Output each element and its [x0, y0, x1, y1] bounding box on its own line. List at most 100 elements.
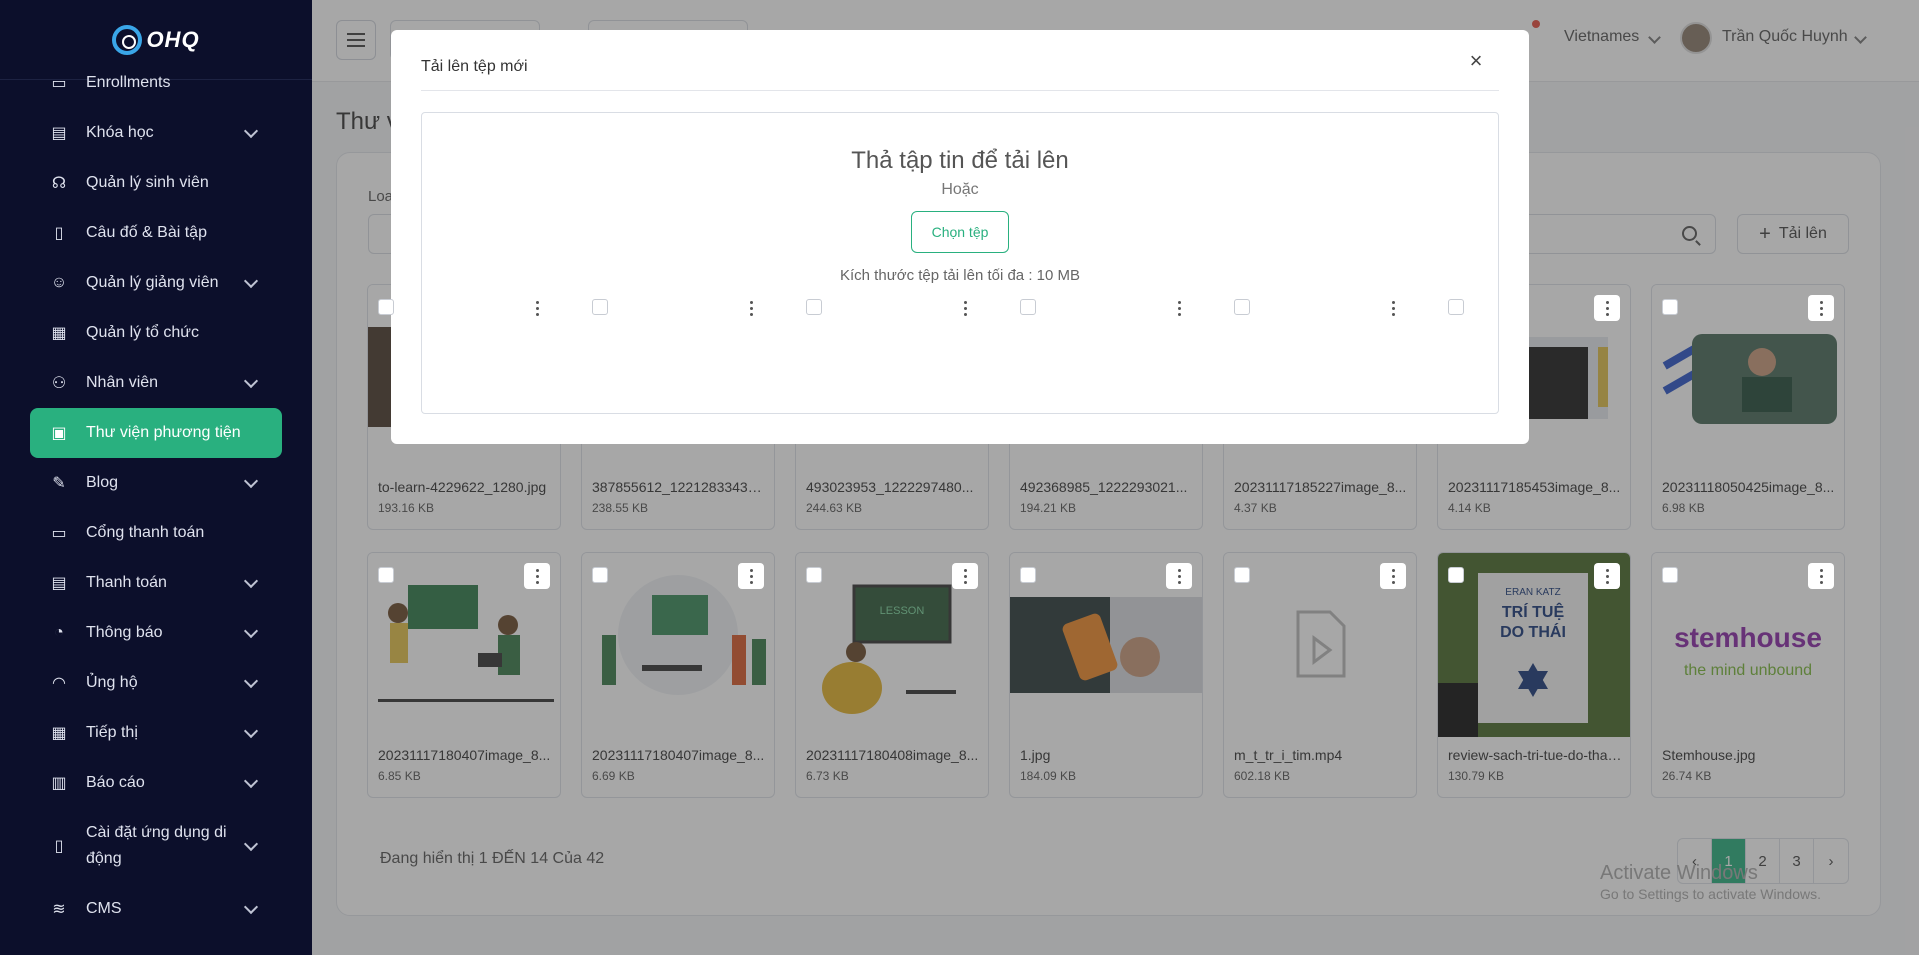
sidebar-item-9[interactable]: ▭ Cổng thanh toán [0, 508, 312, 558]
sidebar-item-0[interactable]: ▭ Enrollments [0, 58, 312, 108]
sidebar-nav: ▭ Enrollments ▤ Khóa học ☊ Quản lý sinh viên ▯… [0, 58, 312, 934]
logo-icon [112, 24, 143, 55]
file-icon: ▯ [54, 225, 64, 242]
sidebar-item-label: Quản lý tổ chức [86, 324, 199, 341]
sidebar-item-8[interactable]: ✎ Blog [0, 458, 312, 508]
close-icon[interactable]: × [1463, 48, 1489, 74]
sidebar-item-label: Blog [86, 474, 119, 491]
more-options-icon[interactable] [952, 563, 978, 589]
sidebar-item-12[interactable]: ◠ Ủng hộ [0, 658, 312, 708]
sidebar-item-14[interactable]: ▥ Báo cáo [0, 758, 312, 808]
sidebar-item-label: Cổng thanh toán [86, 524, 205, 541]
select-checkbox[interactable] [806, 299, 822, 315]
chevron-down-icon [243, 473, 259, 489]
sidebar-item-label: Quản lý giảng viên [86, 274, 219, 291]
layers-icon: ≋ [52, 901, 66, 918]
choose-file-button[interactable]: Chọn tệp [911, 211, 1009, 253]
more-options-icon[interactable] [1166, 295, 1192, 321]
more-options-icon[interactable] [1380, 563, 1406, 589]
logo-text: OHQ [146, 26, 200, 52]
more-options-icon[interactable] [738, 295, 764, 321]
chevron-down-icon [243, 899, 259, 915]
chevron-down-icon [243, 723, 259, 739]
select-checkbox[interactable] [1448, 299, 1464, 315]
sidebar-item-label: Thông báo [86, 624, 163, 641]
select-checkbox[interactable] [1448, 567, 1464, 583]
select-checkbox[interactable] [1020, 299, 1036, 315]
dropzone-or: Hoặc [941, 181, 979, 198]
dropzone-title: Thả tập tin để tải lên [851, 147, 1069, 174]
chevron-down-icon [243, 673, 259, 689]
phone-icon: ▯ [54, 838, 64, 855]
sidebar-item-7[interactable]: ▣ Thư viện phương tiện [30, 408, 282, 458]
sidebar-item-1[interactable]: ▤ Khóa học [0, 108, 312, 158]
select-checkbox[interactable] [378, 299, 394, 315]
sidebar-item-label: Câu đố & Bài tập [86, 224, 207, 241]
chevron-down-icon [243, 373, 259, 389]
select-checkbox[interactable] [806, 567, 822, 583]
report-icon: ▥ [51, 775, 67, 792]
select-checkbox[interactable] [378, 567, 394, 583]
sidebar-item-13[interactable]: ▦ Tiếp thị [0, 708, 312, 758]
select-checkbox[interactable] [1662, 299, 1678, 315]
more-options-icon[interactable] [952, 295, 978, 321]
chevron-down-icon [243, 573, 259, 589]
bell-icon: ◔ [54, 624, 64, 641]
chevron-down-icon [243, 273, 259, 289]
sidebar: OHQ ▭ Enrollments ▤ Khóa học ☊ Quản lý sinh v… [0, 0, 312, 955]
sidebar-item-label: Khóa học [86, 124, 154, 141]
card-icon: ▭ [51, 525, 67, 542]
sidebar-item-label: Thanh toán [86, 574, 167, 591]
select-checkbox[interactable] [1234, 299, 1250, 315]
sidebar-item-10[interactable]: ▤ Thanh toán [0, 558, 312, 608]
sidebar-item-11[interactable]: ◔ Thông báo [0, 608, 312, 658]
user-icon: ☺ [50, 274, 68, 291]
select-checkbox[interactable] [1662, 567, 1678, 583]
more-options-icon[interactable] [524, 563, 550, 589]
modal-title: Tải lên tệp mới [421, 58, 528, 75]
select-checkbox[interactable] [1234, 567, 1250, 583]
upload-modal: Tải lên tệp mới × Thả tập tin để tải lên… [391, 30, 1529, 444]
more-options-icon[interactable] [1808, 295, 1834, 321]
sidebar-item-label: Enrollments [86, 74, 171, 91]
sidebar-item-label: Cài đặt ứng dụng di động [86, 824, 227, 867]
more-options-icon[interactable] [738, 563, 764, 589]
sidebar-item-3[interactable]: ▯ Câu đố & Bài tập [0, 208, 312, 258]
select-checkbox[interactable] [592, 299, 608, 315]
sidebar-item-label: Quản lý sinh viên [86, 174, 209, 191]
chevron-down-icon [243, 123, 259, 139]
sidebar-item-label: CMS [86, 900, 122, 917]
blog-icon: ✎ [52, 475, 66, 492]
more-options-icon[interactable] [524, 295, 550, 321]
users-icon: ⚇ [51, 375, 67, 392]
sidebar-item-label: Tiếp thị [86, 724, 138, 741]
building-icon: ▦ [51, 325, 67, 342]
sidebar-item-label: Báo cáo [86, 774, 145, 791]
media-icon: ▣ [51, 425, 67, 442]
max-size-hint: Kích thước tệp tải lên tối đa : 10 MB [840, 267, 1080, 284]
modal-divider [421, 90, 1499, 91]
more-options-icon[interactable] [1808, 563, 1834, 589]
sidebar-item-2[interactable]: ☊ Quản lý sinh viên [0, 158, 312, 208]
sidebar-item-6[interactable]: ⚇ Nhân viên [0, 358, 312, 408]
more-options-icon[interactable] [1166, 563, 1192, 589]
chevron-down-icon [243, 836, 259, 852]
sidebar-item-4[interactable]: ☺ Quản lý giảng viên [0, 258, 312, 308]
more-options-icon[interactable] [1594, 563, 1620, 589]
sidebar-item-15[interactable]: ▯ Cài đặt ứng dụng di động [0, 808, 312, 884]
sidebar-item-16[interactable]: ≋ CMS [0, 884, 312, 934]
chevron-down-icon [243, 773, 259, 789]
more-options-icon[interactable] [1594, 295, 1620, 321]
receipt-icon: ▤ [51, 575, 67, 592]
sidebar-item-label: Thư viện phương tiện [86, 424, 241, 441]
select-checkbox[interactable] [1020, 567, 1036, 583]
sidebar-item-label: Ủng hộ [86, 674, 138, 691]
sidebar-item-5[interactable]: ▦ Quản lý tổ chức [0, 308, 312, 358]
select-checkbox[interactable] [592, 567, 608, 583]
book-icon: ▭ [51, 75, 67, 92]
more-options-icon[interactable] [1380, 295, 1406, 321]
course-icon: ▤ [51, 125, 67, 142]
sidebar-item-label: Nhân viên [86, 374, 159, 391]
file-dropzone[interactable]: Thả tập tin để tải lên Hoặc Chọn tệp Kíc… [421, 112, 1499, 414]
grid-icon: ▦ [51, 725, 67, 742]
